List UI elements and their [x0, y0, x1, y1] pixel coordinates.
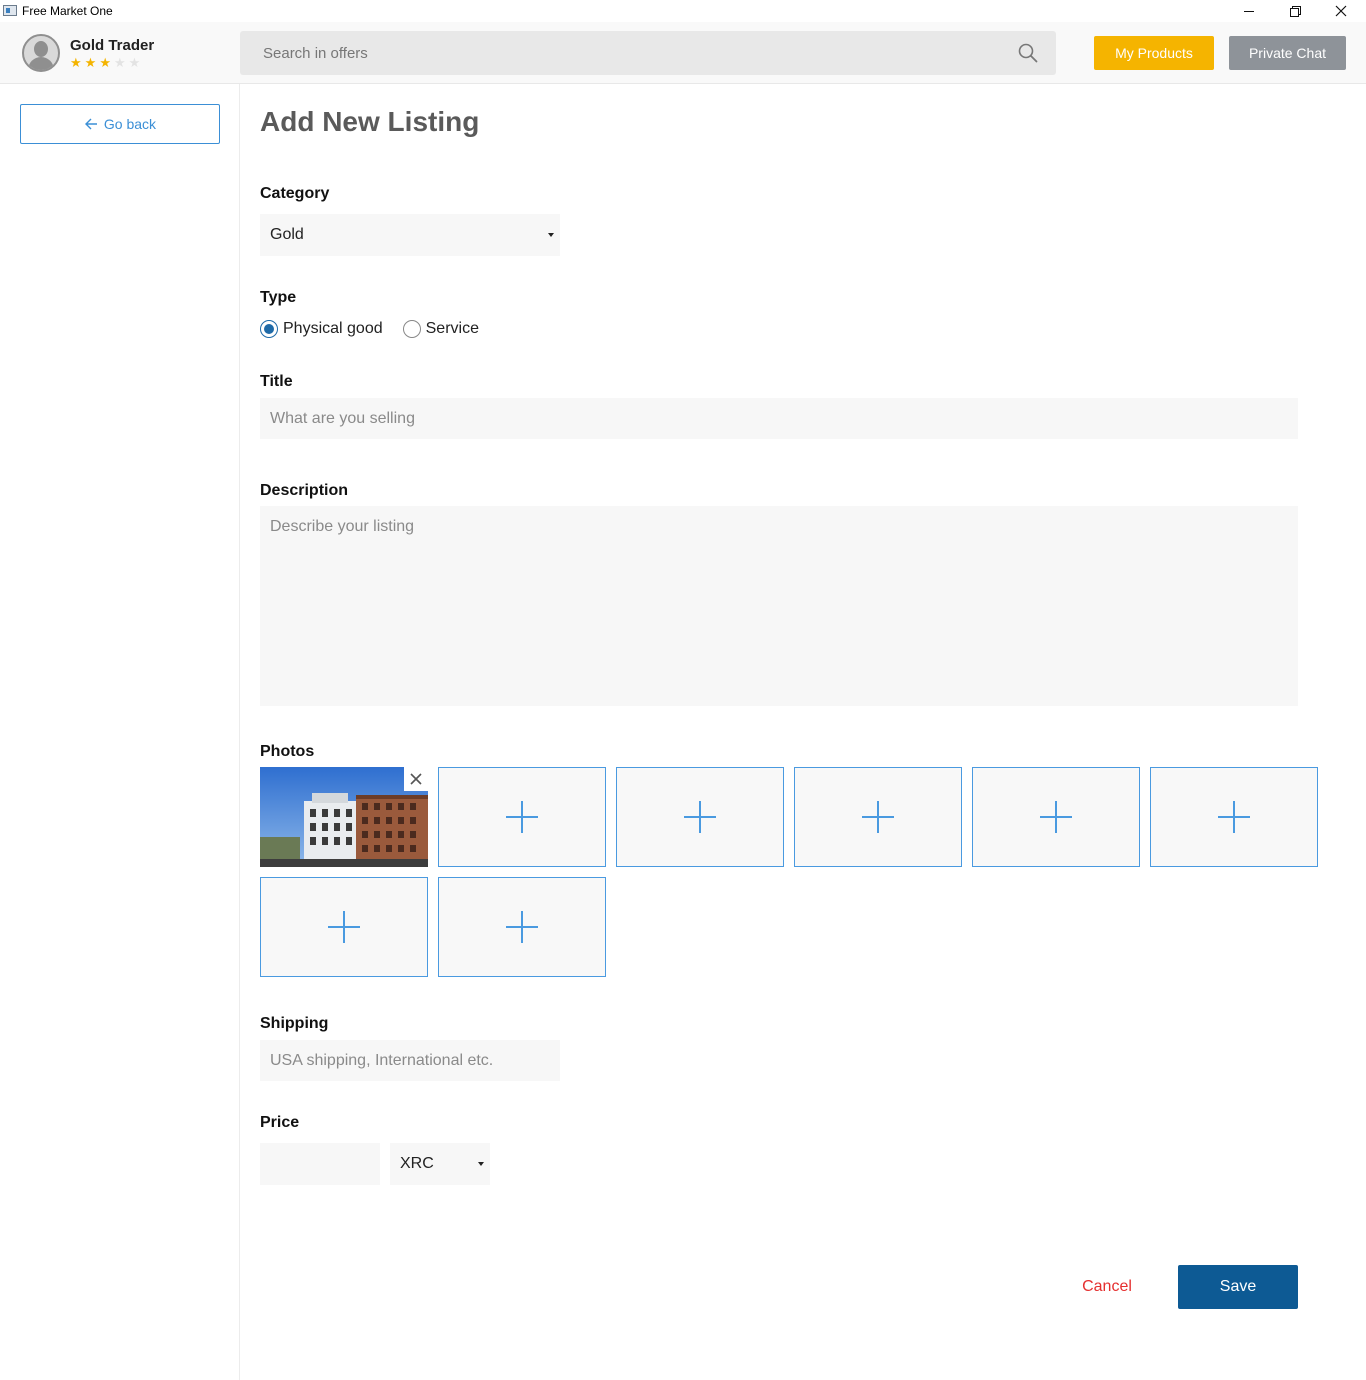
description-label: Description [260, 482, 349, 499]
page-title: Add New Listing [260, 106, 480, 137]
star-icon: ★ [70, 55, 82, 70]
plus-icon [328, 911, 360, 943]
save-button[interactable]: Save [1178, 1265, 1298, 1309]
type-radio-group: Physical good Service [260, 320, 499, 338]
app-icon [3, 5, 17, 16]
radio-service-label[interactable]: Service [426, 320, 479, 338]
add-photo-slot[interactable] [972, 767, 1140, 867]
plus-icon [1218, 801, 1250, 833]
close-window-button[interactable] [1318, 0, 1364, 22]
plus-icon [506, 801, 538, 833]
my-products-button[interactable]: My Products [1094, 36, 1214, 70]
title-input[interactable] [260, 398, 1298, 439]
photo-thumbnail[interactable] [260, 767, 428, 867]
plus-icon [1040, 801, 1072, 833]
avatar-body [28, 57, 54, 70]
go-back-label: Go back [103, 116, 157, 132]
cancel-button[interactable]: Cancel [1070, 1266, 1144, 1308]
user-rating: ★ ★ ★ ★ ★ [70, 56, 140, 70]
avatar[interactable] [22, 34, 60, 72]
close-icon [1335, 5, 1347, 17]
app-header: Gold Trader ★ ★ ★ ★ ★ My Products Privat… [0, 22, 1366, 84]
photo-image [260, 767, 428, 867]
private-chat-button[interactable]: Private Chat [1229, 36, 1346, 70]
add-photo-slot[interactable] [616, 767, 784, 867]
currency-select[interactable]: XRC [390, 1143, 490, 1185]
shipping-input[interactable] [260, 1040, 560, 1081]
category-value: Gold [270, 226, 304, 243]
plus-icon [684, 801, 716, 833]
radio-physical-good[interactable] [260, 320, 278, 338]
star-empty-icon: ★ [113, 55, 126, 70]
search-icon[interactable] [1018, 43, 1038, 63]
radio-physical-good-label[interactable]: Physical good [283, 320, 383, 338]
add-photo-slot[interactable] [1150, 767, 1318, 867]
avatar-head [34, 41, 48, 57]
window-titlebar: Free Market One [0, 0, 1366, 22]
minimize-button[interactable] [1226, 0, 1272, 22]
remove-photo-button[interactable] [404, 767, 428, 791]
currency-value: XRC [400, 1155, 434, 1172]
type-label: Type [260, 289, 297, 306]
close-icon [410, 773, 422, 785]
description-textarea[interactable] [260, 506, 1298, 706]
add-photo-slot[interactable] [794, 767, 962, 867]
restore-icon [1290, 6, 1301, 17]
user-name: Gold Trader [70, 37, 155, 54]
add-photo-slot[interactable] [438, 767, 606, 867]
window-title: Free Market One [22, 4, 113, 18]
sidebar: Go back [0, 84, 240, 1380]
go-back-button[interactable]: Go back [20, 104, 220, 144]
radio-service[interactable] [402, 320, 421, 338]
category-label: Category [260, 185, 330, 202]
restore-button[interactable] [1272, 0, 1318, 22]
price-input[interactable] [260, 1143, 380, 1185]
category-select[interactable]: Gold [260, 214, 560, 256]
search-bar [240, 31, 1056, 75]
dropdown-caret-icon [478, 1162, 484, 1166]
star-icon: ★ [84, 55, 97, 70]
plus-icon [506, 911, 538, 943]
dropdown-caret-icon [548, 233, 554, 237]
plus-icon [862, 801, 894, 833]
add-photo-slot[interactable] [438, 877, 606, 977]
search-input[interactable] [240, 31, 1000, 75]
star-empty-icon: ★ [128, 55, 141, 70]
title-label: Title [260, 373, 293, 390]
minimize-icon [1244, 11, 1254, 12]
price-label: Price [260, 1114, 300, 1131]
arrow-left-icon [84, 118, 97, 130]
star-icon: ★ [99, 55, 111, 70]
photos-label: Photos [260, 743, 315, 760]
shipping-label: Shipping [260, 1015, 329, 1032]
add-photo-slot[interactable] [260, 877, 428, 977]
